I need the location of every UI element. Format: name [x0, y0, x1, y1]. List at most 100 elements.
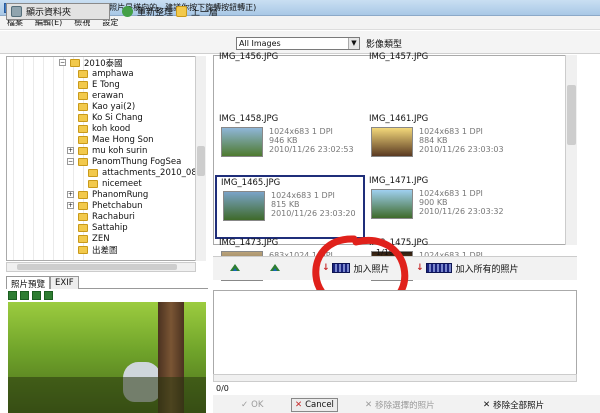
down-arrow-icon: ↓ [416, 263, 424, 273]
tree-expander-icon[interactable]: − [59, 59, 66, 66]
add-all-photos-button[interactable]: ↓ 加入所有的照片 [416, 259, 519, 277]
up-level-button[interactable]: 上一層 [172, 3, 222, 20]
rotate-right-icon[interactable] [268, 262, 282, 272]
tree-expander-icon[interactable]: + [67, 202, 74, 209]
tree-item-label: ZEN [92, 234, 110, 244]
folder-icon [88, 180, 98, 188]
tree-item-label: Phetchabun [92, 201, 143, 211]
thumbnail-meta-line: 1024x683 1 DPI [271, 191, 335, 200]
thumbnail-meta-line: 815 KB [271, 200, 300, 209]
tree-item-label: Sattahip [92, 223, 128, 233]
tab-exif[interactable]: EXIF [50, 276, 79, 289]
folder-icon [78, 224, 88, 232]
tree-item-label: nicemeet [102, 179, 142, 189]
zoom-in-icon[interactable] [8, 291, 17, 300]
thumbnail-meta-line: 900 KB [419, 198, 448, 207]
tree-expander-icon[interactable]: + [67, 191, 74, 198]
image-filter-select[interactable]: All Images ▼ [236, 37, 360, 50]
selected-list-scrollbar[interactable] [213, 374, 577, 382]
rotate-left-icon[interactable] [228, 262, 242, 272]
actual-size-icon[interactable] [44, 291, 53, 300]
folder-icon [78, 235, 88, 243]
tree-expander-icon[interactable]: + [67, 147, 74, 154]
thumbnail-cell[interactable]: IMG_1457.JPG [365, 51, 515, 115]
thumbnail-meta-line: 1024x683 1 DPI [419, 127, 483, 136]
show-folders-button[interactable]: 顯示資料夾 [6, 3, 110, 20]
up-level-label: 上一層 [191, 8, 219, 18]
chevron-down-icon[interactable]: ▼ [348, 38, 359, 49]
zoom-out-icon[interactable] [20, 291, 29, 300]
grid-vertical-scrollbar[interactable] [565, 55, 577, 245]
thumbnail-filename: IMG_1465.JPG [221, 178, 281, 188]
tree-item-label: Kao yai(2) [92, 102, 136, 112]
thumbnail-cell[interactable]: IMG_1461.JPG 1024x683 1 DPI 884 KB 2010/11/… [365, 113, 515, 177]
ok-button[interactable]: ✓ OK [238, 398, 266, 412]
tree-guide-lines [7, 57, 87, 260]
tree-item-label: amphawa [92, 69, 134, 79]
thumbnail-cell[interactable]: IMG_1471.JPG 1024x683 1 DPI 900 KB 2010/11/… [365, 175, 515, 239]
film-strip-icon [425, 263, 452, 273]
thumbnail-cell[interactable]: IMG_1465.JPG 1024x683 1 DPI 815 KB 2010/11/… [215, 175, 365, 239]
scroll-thumb[interactable] [567, 85, 576, 145]
selected-photos-list[interactable] [213, 290, 577, 380]
selected-count: 0/0 [216, 384, 229, 393]
add-photo-label: 加入照片 [353, 264, 390, 275]
thumbnail-image [371, 189, 413, 219]
tree-item-label: PhanomRung [92, 190, 149, 200]
refresh-button[interactable]: 重新整理 [118, 3, 177, 20]
thumbnail-meta-line: 2010/11/26 23:02:53 [269, 145, 354, 154]
tree-item[interactable]: 出差圖 [78, 244, 118, 256]
thumbnail-meta-line: 884 KB [419, 136, 448, 145]
thumbnail-cell[interactable]: IMG_1458.JPG 1024x683 1 DPI 946 KB 2010/11/… [215, 113, 365, 177]
thumbnail-filename: IMG_1457.JPG [369, 52, 429, 62]
thumbnail-meta: 1024x683 1 DPI 884 KB 2010/11/26 23:03:03 [419, 127, 504, 154]
thumbnail-image [223, 191, 265, 221]
remove-all-label: 移除全部照片 [493, 401, 545, 411]
thumbnail-meta-line: 1024x683 1 DPI [269, 127, 333, 136]
thumbnail-meta-line: 1024x683 1 DPI [419, 189, 483, 198]
folder-icon [78, 125, 88, 133]
folder-icon [78, 246, 88, 254]
add-photo-button[interactable]: ↓ 加入照片 [322, 259, 390, 277]
close-icon: ✕ [483, 400, 491, 410]
tree-item-label: Rachaburi [92, 212, 135, 222]
cancel-button[interactable]: ✕ Cancel [291, 398, 338, 412]
thumbnail-filename: IMG_1461.JPG [369, 114, 429, 124]
thumbnail-meta: 1024x683 1 DPI 815 KB 2010/11/26 23:03:20 [271, 191, 356, 218]
scroll-thumb[interactable] [197, 146, 205, 176]
thumbnail-filename: IMG_1458.JPG [219, 114, 279, 124]
tab-photo-preview[interactable]: 照片預覽 [6, 276, 51, 290]
folder-icon [78, 158, 88, 166]
remove-selected-button[interactable]: ✕ 移除選擇的照片 [362, 398, 438, 412]
ok-label: OK [251, 400, 264, 410]
folder-icon [78, 213, 88, 221]
fit-icon[interactable] [32, 291, 41, 300]
thumbnail-meta-line: 946 KB [269, 136, 298, 145]
close-icon: ✕ [365, 400, 373, 410]
tree-expander-icon[interactable]: − [67, 158, 74, 165]
tree-horizontal-scrollbar[interactable] [6, 262, 196, 272]
folder-icon [70, 59, 80, 67]
tree-item-label: attachments_2010_08 [102, 168, 197, 178]
remove-all-button[interactable]: ✕ 移除全部照片 [480, 398, 547, 412]
folder-icon [78, 191, 88, 199]
thumbnail-image [371, 127, 413, 157]
show-folders-label: 顯示資料夾 [26, 8, 72, 18]
tree-item-label: Mae Hong Son [92, 135, 154, 145]
scroll-thumb[interactable] [17, 264, 177, 270]
down-arrow-icon: ↓ [322, 263, 330, 273]
folder-icon [78, 81, 88, 89]
thumbnail-meta-line: 2010/11/26 23:03:20 [271, 209, 356, 218]
image-type-label: 影像類型 [366, 40, 403, 50]
tree-item-label: mu koh surin [92, 146, 148, 156]
tree-item-label: E Tong [92, 80, 120, 90]
thumbnail-image [221, 127, 263, 157]
refresh-label: 重新整理 [137, 8, 174, 18]
thumbnail-cell[interactable]: IMG_1456.JPG [215, 51, 365, 115]
remove-selected-label: 移除選擇的照片 [375, 401, 435, 411]
folder-icon [78, 92, 88, 100]
tree-vertical-scrollbar[interactable] [195, 56, 206, 261]
thumbnail-filename: IMG_1473.JPG [219, 238, 279, 248]
preview-photo-ground [8, 377, 206, 413]
image-filter-value: All Images [239, 39, 281, 48]
